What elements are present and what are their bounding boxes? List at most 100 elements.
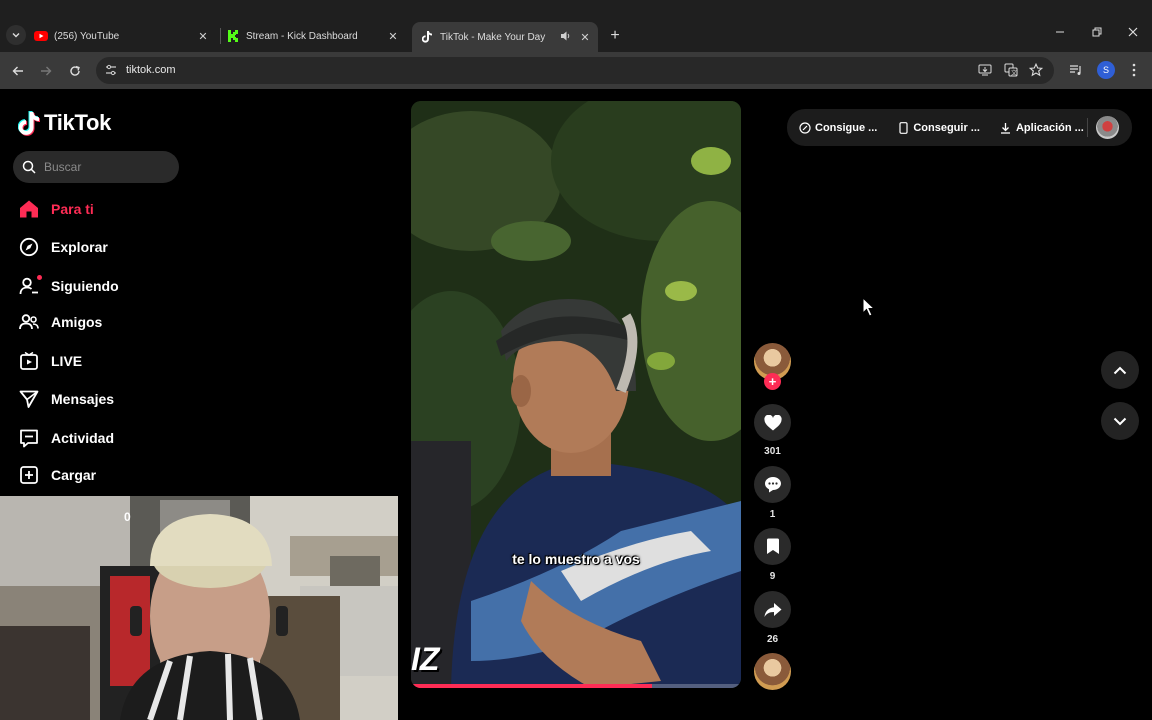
webcam-overlay <box>0 496 398 720</box>
more-menu-icon[interactable] <box>1125 61 1143 79</box>
close-icon <box>1128 27 1138 37</box>
music-disc-avatar[interactable] <box>754 653 791 690</box>
site-settings-icon[interactable] <box>104 63 120 79</box>
search-icon <box>22 160 36 174</box>
get-coins-label: Consigue ... <box>815 121 878 134</box>
like-button[interactable] <box>754 404 791 441</box>
tiktok-logo[interactable]: TikTok <box>18 110 111 136</box>
sidebar-item-label: Mensajes <box>51 391 115 407</box>
header-actions: Consigue ... Conseguir ... Aplicación ..… <box>787 109 1132 146</box>
save-button[interactable] <box>754 528 791 565</box>
comment-count: 1 <box>769 509 776 520</box>
close-icon[interactable]: ✕ <box>386 29 400 43</box>
address-bar[interactable]: tiktok.com 文 <box>96 57 1054 84</box>
sidebar-item-label: Cargar <box>51 467 97 483</box>
sidebar-item-explorar[interactable]: Explorar <box>18 234 108 260</box>
reload-button[interactable] <box>65 61 85 81</box>
share-button[interactable] <box>754 591 791 628</box>
upload-icon <box>18 464 40 486</box>
arrow-right-icon <box>41 66 52 76</box>
video-progress-bar[interactable] <box>411 684 741 688</box>
sidebar-item-para-ti[interactable]: Para ti <box>18 196 94 222</box>
video-frame <box>411 101 741 688</box>
minimize-button[interactable] <box>1050 26 1070 44</box>
sidebar-item-cargar[interactable]: Cargar <box>18 462 96 488</box>
tab-search-button[interactable] <box>6 25 26 45</box>
sidebar-item-label: Para ti <box>51 201 94 217</box>
user-avatar[interactable] <box>1096 116 1119 139</box>
search-box[interactable] <box>13 151 179 183</box>
sidebar-item-label: Explorar <box>51 239 108 255</box>
messages-icon <box>18 388 40 410</box>
tab-title: Stream - Kick Dashboard <box>246 30 358 42</box>
sidebar-item-label: Siguiendo <box>51 278 119 294</box>
video-caption: te lo muestro a vos <box>512 551 640 567</box>
sidebar-item-label: LIVE <box>51 353 83 369</box>
header-divider <box>1087 118 1088 137</box>
logo-text: TikTok <box>44 110 112 135</box>
get-app-button[interactable]: Conseguir ... <box>897 122 980 134</box>
sidebar-item-label: Actividad <box>51 430 115 446</box>
tab-divider <box>220 28 221 44</box>
sidebar-item-live[interactable]: LIVE <box>18 348 82 374</box>
sidebar-item-label: Amigos <box>51 314 103 330</box>
share-icon <box>764 602 781 617</box>
restore-button[interactable] <box>1087 26 1107 44</box>
friends-icon <box>18 311 40 333</box>
close-window-button[interactable] <box>1123 26 1143 44</box>
browser-tab-bar: (256) YouTube ✕ Stream - Kick Dashboard … <box>0 0 1152 52</box>
heart-icon <box>763 414 782 430</box>
tab-youtube[interactable]: (256) YouTube ✕ <box>34 24 216 48</box>
translate-icon[interactable]: 文 <box>1002 61 1020 79</box>
speaker-icon[interactable] <box>560 30 572 45</box>
close-icon[interactable]: ✕ <box>196 29 210 43</box>
coin-icon <box>799 121 811 134</box>
webcam-scene <box>0 496 398 720</box>
webcam-counter: 0 <box>124 510 131 524</box>
media-control-icon[interactable] <box>1067 61 1085 79</box>
back-button[interactable] <box>8 61 28 81</box>
minimize-icon <box>1056 31 1064 33</box>
youtube-icon <box>34 29 48 43</box>
video-watermark: IZ <box>411 641 440 677</box>
comment-button[interactable] <box>754 466 791 503</box>
share-count: 26 <box>766 634 779 645</box>
previous-video-button[interactable] <box>1101 351 1139 389</box>
live-icon <box>18 350 40 372</box>
arrow-left-icon <box>12 66 23 76</box>
install-app-icon[interactable] <box>976 61 994 79</box>
download-icon <box>1000 122 1012 134</box>
follow-button[interactable]: + <box>764 373 781 390</box>
save-count: 9 <box>769 571 776 582</box>
tab-kick[interactable]: Stream - Kick Dashboard ✕ <box>226 24 406 48</box>
sidebar-item-siguiendo[interactable]: Siguiendo <box>18 273 119 299</box>
mouse-cursor-icon <box>862 296 876 317</box>
sidebar-item-mensajes[interactable]: Mensajes <box>18 386 114 412</box>
comment-icon <box>764 477 781 493</box>
tab-tiktok[interactable]: TikTok - Make Your Day ✕ <box>412 22 598 52</box>
sidebar-item-amigos[interactable]: Amigos <box>18 309 102 335</box>
activity-icon <box>18 427 40 449</box>
sidebar-item-actividad[interactable]: Actividad <box>18 425 114 451</box>
svg-text:文: 文 <box>1011 69 1017 77</box>
bookmark-icon <box>766 538 779 554</box>
new-tab-button[interactable]: + <box>606 27 624 45</box>
search-input[interactable] <box>44 158 172 176</box>
download-app-label: Aplicación ... <box>1015 121 1084 134</box>
restore-icon <box>1092 27 1102 37</box>
video-progress-fill <box>411 684 652 688</box>
bookmark-star-icon[interactable] <box>1027 61 1045 79</box>
browser-toolbar: tiktok.com 文 S <box>0 52 1152 89</box>
chevron-down-icon <box>1113 417 1127 425</box>
forward-button[interactable] <box>36 61 56 81</box>
video-player[interactable]: te lo muestro a vos IZ <box>411 101 741 688</box>
profile-avatar[interactable]: S <box>1097 61 1115 79</box>
tiktok-icon <box>420 30 434 44</box>
tab-title: (256) YouTube <box>54 30 120 42</box>
download-app-button[interactable]: Aplicación ... <box>1000 122 1084 134</box>
get-coins-button[interactable]: Consigue ... <box>799 122 877 134</box>
next-video-button[interactable] <box>1101 402 1139 440</box>
like-count: 301 <box>764 446 781 457</box>
compass-icon <box>18 236 40 258</box>
close-icon[interactable]: ✕ <box>578 30 592 44</box>
